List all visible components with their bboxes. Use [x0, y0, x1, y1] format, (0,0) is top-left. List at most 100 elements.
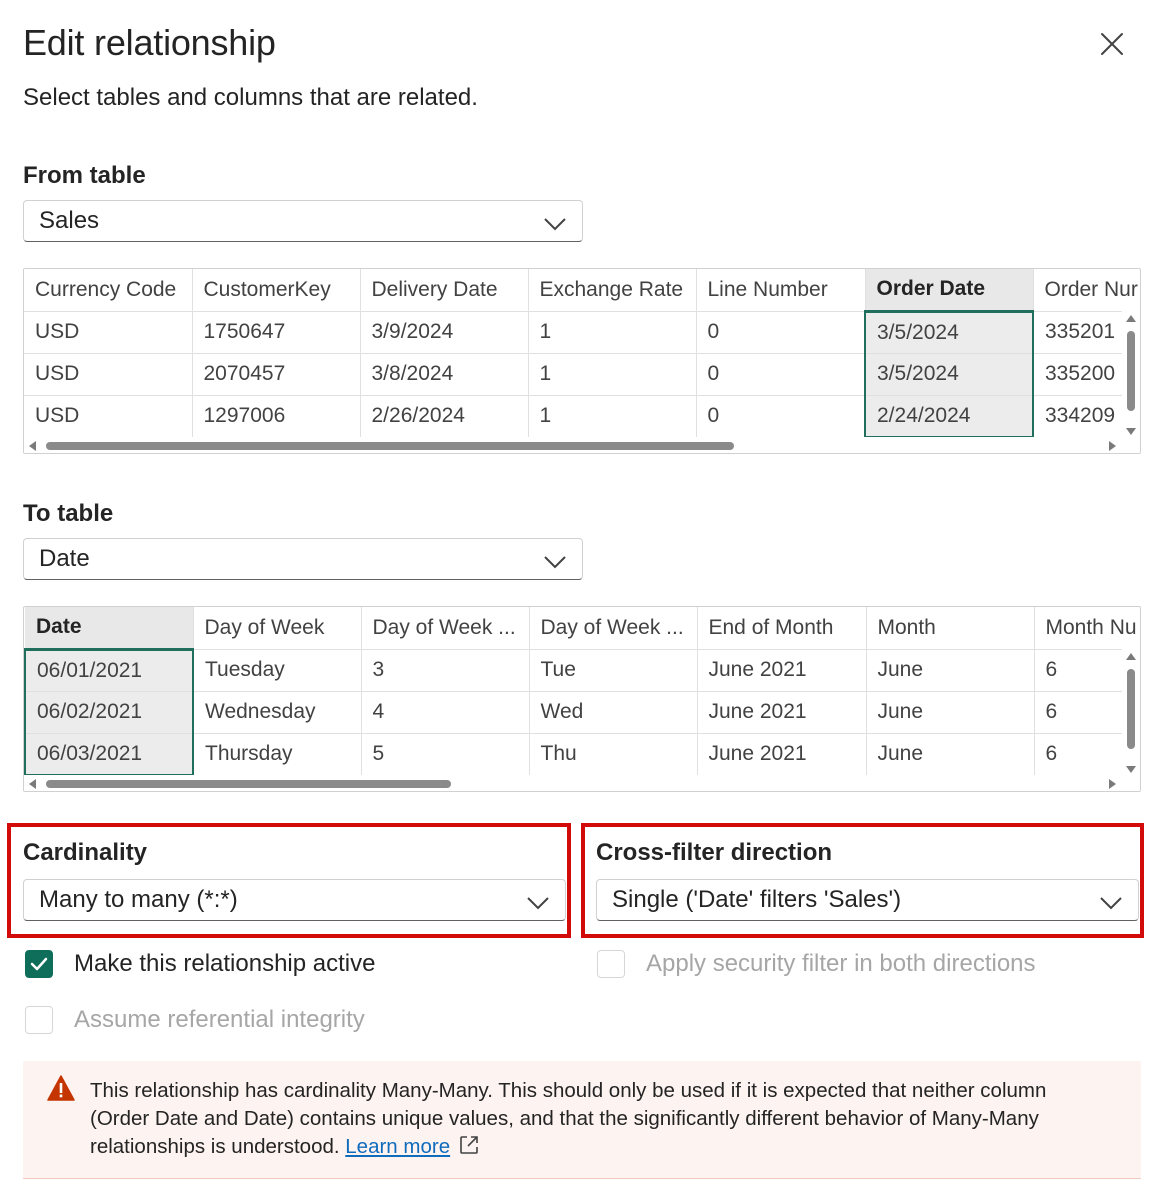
table-cell[interactable]: USD	[24, 311, 193, 354]
table-cell[interactable]: 1297006	[192, 395, 361, 438]
vertical-scrollbar[interactable]	[1122, 311, 1140, 437]
column-header[interactable]: Line Number	[696, 269, 866, 312]
column-header[interactable]: Order Date	[865, 269, 1034, 312]
column-header[interactable]: Day of Week	[193, 607, 362, 650]
referential-integrity-label: Assume referential integrity	[74, 1006, 365, 1033]
to-preview-table: Date Day of Week Day of Week ... Day of Wee…	[24, 607, 1140, 776]
table-cell[interactable]: 06/03/2021	[24, 733, 194, 776]
table-cell[interactable]: June 2021	[697, 733, 867, 776]
table-cell[interactable]: 1	[528, 311, 697, 354]
warning-text: This relationship has cardinality Many-M…	[90, 1079, 1047, 1158]
close-icon[interactable]	[1097, 29, 1127, 59]
chevron-down-icon	[544, 556, 566, 569]
table-cell[interactable]: 5	[361, 733, 530, 776]
scroll-thumb[interactable]	[1127, 669, 1135, 749]
learn-more-link[interactable]: Learn more	[345, 1135, 450, 1158]
cardinality-label: Cardinality	[23, 839, 148, 866]
table-cell[interactable]: June	[866, 649, 1035, 692]
table-cell[interactable]: 3/8/2024	[360, 353, 529, 396]
scroll-thumb[interactable]	[46, 780, 451, 788]
table-cell[interactable]: 3	[361, 649, 530, 692]
column-header[interactable]: Order Nur	[1033, 269, 1140, 312]
table-cell[interactable]: 2/26/2024	[360, 395, 529, 438]
scroll-up-icon[interactable]	[1126, 315, 1136, 322]
column-header[interactable]: Day of Week ...	[361, 607, 530, 650]
column-header[interactable]: Exchange Rate	[528, 269, 697, 312]
cardinality-warning: This relationship has cardinality Many-M…	[23, 1061, 1141, 1179]
from-preview-table: Currency Code CustomerKey Delivery Date Exc…	[24, 269, 1140, 438]
column-header[interactable]: Currency Code	[24, 269, 193, 312]
scroll-thumb[interactable]	[46, 442, 734, 450]
table-cell[interactable]: Wednesday	[193, 691, 362, 734]
table-cell[interactable]: 0	[696, 311, 866, 354]
to-table-dropdown[interactable]: Date	[23, 538, 583, 580]
scroll-left-icon[interactable]	[29, 779, 36, 789]
security-filter-label: Apply security filter in both directions	[646, 950, 1036, 977]
table-cell[interactable]: Tuesday	[193, 649, 362, 692]
dialog-subtitle: Select tables and columns that are relat…	[23, 84, 478, 111]
table-cell[interactable]: June	[866, 733, 1035, 776]
table-cell[interactable]: 0	[696, 395, 866, 438]
table-cell[interactable]: Tue	[529, 649, 698, 692]
table-cell[interactable]: 0	[696, 353, 866, 396]
table-cell[interactable]: Wed	[529, 691, 698, 734]
table-cell[interactable]: Thursday	[193, 733, 362, 776]
edit-relationship-dialog: Edit relationship Select tables and colu…	[0, 0, 1163, 1197]
column-header[interactable]: Delivery Date	[360, 269, 529, 312]
table-row: USD 1750647 3/9/2024 1 0 3/5/2024 335201	[24, 309, 1140, 354]
external-link-icon[interactable]	[458, 1134, 480, 1156]
table-cell[interactable]: 2/24/2024	[864, 395, 1034, 438]
scroll-right-icon[interactable]	[1109, 441, 1116, 451]
table-row: 06/01/2021 Tuesday 3 Tue June 2021 June 6	[24, 647, 1140, 692]
table-cell[interactable]: June 2021	[697, 691, 867, 734]
scroll-right-icon[interactable]	[1109, 779, 1116, 789]
scroll-thumb[interactable]	[1127, 331, 1135, 411]
chevron-down-icon	[544, 218, 566, 231]
table-row: USD 2070457 3/8/2024 1 0 3/5/2024 335200	[24, 353, 1140, 396]
column-header[interactable]: Date	[25, 607, 194, 650]
table-cell[interactable]: June	[866, 691, 1035, 734]
to-table-preview[interactable]: Date Day of Week Day of Week ... Day of Wee…	[23, 606, 1141, 792]
warning-icon	[47, 1075, 75, 1101]
table-cell[interactable]: USD	[24, 353, 193, 396]
column-header[interactable]: Day of Week ...	[529, 607, 698, 650]
scroll-down-icon[interactable]	[1126, 428, 1136, 435]
horizontal-scrollbar[interactable]	[24, 775, 1140, 791]
chevron-down-icon	[1100, 897, 1122, 910]
checkmark-icon	[30, 957, 48, 971]
referential-integrity-checkbox[interactable]	[25, 1006, 53, 1034]
scroll-down-icon[interactable]	[1126, 766, 1136, 773]
table-cell[interactable]: Thu	[529, 733, 698, 776]
column-header[interactable]: Month	[866, 607, 1035, 650]
table-cell[interactable]: 1	[528, 353, 697, 396]
table-cell[interactable]: USD	[24, 395, 193, 438]
warning-message: This relationship has cardinality Many-M…	[90, 1077, 1110, 1161]
to-table-label: To table	[23, 500, 114, 527]
table-cell[interactable]: 06/02/2021	[24, 691, 194, 734]
table-row: 06/02/2021 Wednesday 4 Wed June 2021 June 6	[24, 691, 1140, 734]
horizontal-scrollbar[interactable]	[24, 437, 1140, 453]
table-cell[interactable]: June 2021	[697, 649, 867, 692]
table-cell[interactable]: 3/9/2024	[360, 311, 529, 354]
from-table-dropdown[interactable]: Sales	[23, 200, 583, 242]
table-cell[interactable]: 3/5/2024	[864, 353, 1034, 396]
active-checkbox-label[interactable]: Make this relationship active	[74, 950, 375, 978]
crossfilter-dropdown[interactable]: Single ('Date' filters 'Sales')	[596, 879, 1139, 921]
scroll-left-icon[interactable]	[29, 441, 36, 451]
table-cell[interactable]: 3/5/2024	[864, 309, 1034, 354]
table-cell[interactable]: 2070457	[192, 353, 361, 396]
table-cell[interactable]: 1	[528, 395, 697, 438]
table-cell[interactable]: 1750647	[192, 311, 361, 354]
cardinality-dropdown[interactable]: Many to many (*:*)	[23, 879, 566, 921]
security-filter-checkbox[interactable]	[597, 950, 625, 978]
scroll-up-icon[interactable]	[1126, 653, 1136, 660]
column-header[interactable]: CustomerKey	[192, 269, 361, 312]
from-table-preview[interactable]: Currency Code CustomerKey Delivery Date Exc…	[23, 268, 1141, 454]
active-checkbox[interactable]	[25, 950, 53, 978]
table-cell[interactable]: 06/01/2021	[24, 647, 194, 692]
table-cell[interactable]: 4	[361, 691, 530, 734]
column-header[interactable]: End of Month	[697, 607, 867, 650]
vertical-scrollbar[interactable]	[1122, 649, 1140, 775]
column-header[interactable]: Month Nu	[1034, 607, 1140, 650]
from-table-value: Sales	[39, 207, 100, 234]
